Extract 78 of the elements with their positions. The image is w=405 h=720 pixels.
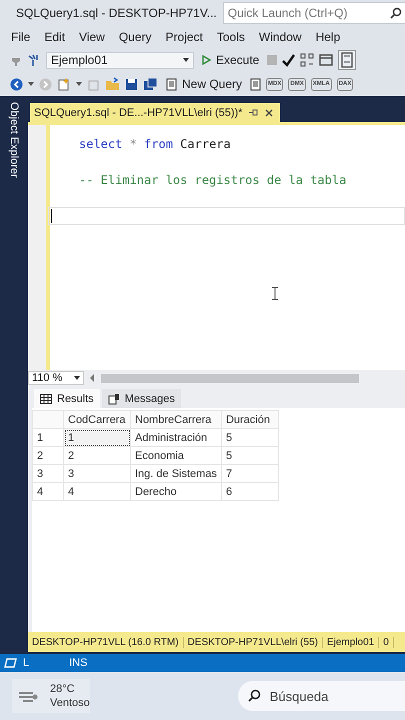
open-folder-icon[interactable] <box>105 77 120 91</box>
database-dropdown[interactable]: Ejemplo01 <box>46 52 194 68</box>
table-cell[interactable]: 7 <box>221 464 278 482</box>
document-icon[interactable] <box>250 78 262 90</box>
tab-title: SQLQuery1.sql - DE...-HP71VLL\elri (55))* <box>34 106 242 118</box>
temperature: 28°C <box>50 682 76 696</box>
ready-icon <box>4 658 17 668</box>
menu-item[interactable]: Tools <box>210 30 252 44</box>
horizontal-scrollbar[interactable] <box>101 374 359 382</box>
caret-icon <box>74 376 80 380</box>
text-cursor-icon <box>272 287 278 300</box>
taskbar-search-field[interactable]: Búsqueda <box>238 681 405 711</box>
scroll-left-icon[interactable] <box>90 374 95 382</box>
table-cell[interactable]: Ing. de Sistemas <box>130 464 222 482</box>
window-title: SQLQuery1.sql - DESKTOP-HP71V... <box>16 6 217 20</box>
table-cell[interactable]: 3 <box>64 464 130 482</box>
table-cell[interactable]: 5 <box>221 428 278 446</box>
search-icon <box>248 689 261 702</box>
table-cell[interactable]: 6 <box>221 482 278 500</box>
table-cell[interactable]: Economia <box>130 446 222 464</box>
code-editor[interactable]: select * from Carrera -- Eliminar los registros de la tabla <box>28 122 405 370</box>
menu-item[interactable]: File <box>4 30 38 44</box>
zoom-dropdown[interactable]: 110 % <box>28 371 84 385</box>
menu-item[interactable]: Query <box>112 30 159 44</box>
check-icon[interactable] <box>282 54 296 66</box>
connect-icon[interactable] <box>27 53 41 67</box>
table-cell[interactable]: 4 <box>64 482 130 500</box>
status-segment: DESKTOP-HP71VLL (16.0 RTM) <box>28 636 184 648</box>
row-number: 2 <box>32 446 64 464</box>
caret-icon[interactable] <box>76 82 82 86</box>
grid-icon <box>40 394 52 404</box>
back-icon[interactable] <box>10 78 23 90</box>
caret-icon <box>183 58 189 62</box>
execute-button[interactable]: Execute <box>199 53 262 67</box>
row-number: 4 <box>32 482 64 500</box>
menu-item[interactable]: Project <box>158 30 210 44</box>
table-cell[interactable]: Administración <box>130 428 222 446</box>
pin-icon[interactable] <box>249 108 258 117</box>
new-query-button[interactable]: New Query <box>163 77 246 91</box>
diagram-icon[interactable] <box>300 53 314 67</box>
column-header[interactable]: Duración <box>221 410 278 428</box>
play-icon <box>202 55 211 65</box>
line-indicator: L <box>23 657 30 669</box>
table-cell[interactable]: 1 <box>64 428 130 446</box>
status-segment: 0 <box>379 636 394 648</box>
column-header[interactable]: CodCarrera <box>64 410 130 428</box>
object-explorer-tab[interactable]: Object Explorer <box>8 102 20 190</box>
close-icon[interactable] <box>265 108 274 116</box>
table-cell[interactable]: 2 <box>64 446 130 464</box>
new-item-icon[interactable] <box>57 77 71 91</box>
save-all-icon[interactable] <box>143 77 158 91</box>
code-line: -- Eliminar los registros de la tabla <box>79 173 346 187</box>
column-header[interactable]: NombreCarrera <box>130 410 222 428</box>
document-icon <box>166 78 177 90</box>
status-segment: Ejemplo01 <box>322 636 380 648</box>
table-cell[interactable]: 5 <box>221 446 278 464</box>
weather-condition: Ventoso <box>50 696 90 710</box>
save-icon[interactable] <box>125 78 138 90</box>
results-tab[interactable]: Results <box>34 389 100 408</box>
insert-mode: INS <box>69 657 88 669</box>
search-icon <box>390 7 402 19</box>
status-segment: DESKTOP-HP71VLL\elri (55) <box>184 636 323 648</box>
results-tab[interactable]: Messages <box>102 389 181 408</box>
wind-icon <box>18 689 40 703</box>
menu-item[interactable]: Edit <box>37 30 72 44</box>
calculator-icon[interactable] <box>338 50 356 70</box>
menu-item[interactable]: Help <box>308 30 348 44</box>
quick-launch-field[interactable]: Quick Launch (Ctrl+Q) <box>222 2 405 24</box>
weather-widget[interactable]: 28°C Ventoso <box>12 679 90 713</box>
code-line: select * from Carrera <box>79 137 231 151</box>
menu-item[interactable]: View <box>72 30 112 44</box>
document-tab[interactable]: SQLQuery1.sql - DE...-HP71VLL\elri (55))* <box>30 103 280 122</box>
row-number: 3 <box>32 464 64 482</box>
table-cell[interactable]: Derecho <box>130 482 222 500</box>
menu-item[interactable]: Window <box>252 30 309 44</box>
window-icon[interactable] <box>319 53 334 67</box>
caret-icon[interactable] <box>28 82 34 86</box>
messages-icon <box>108 392 120 404</box>
